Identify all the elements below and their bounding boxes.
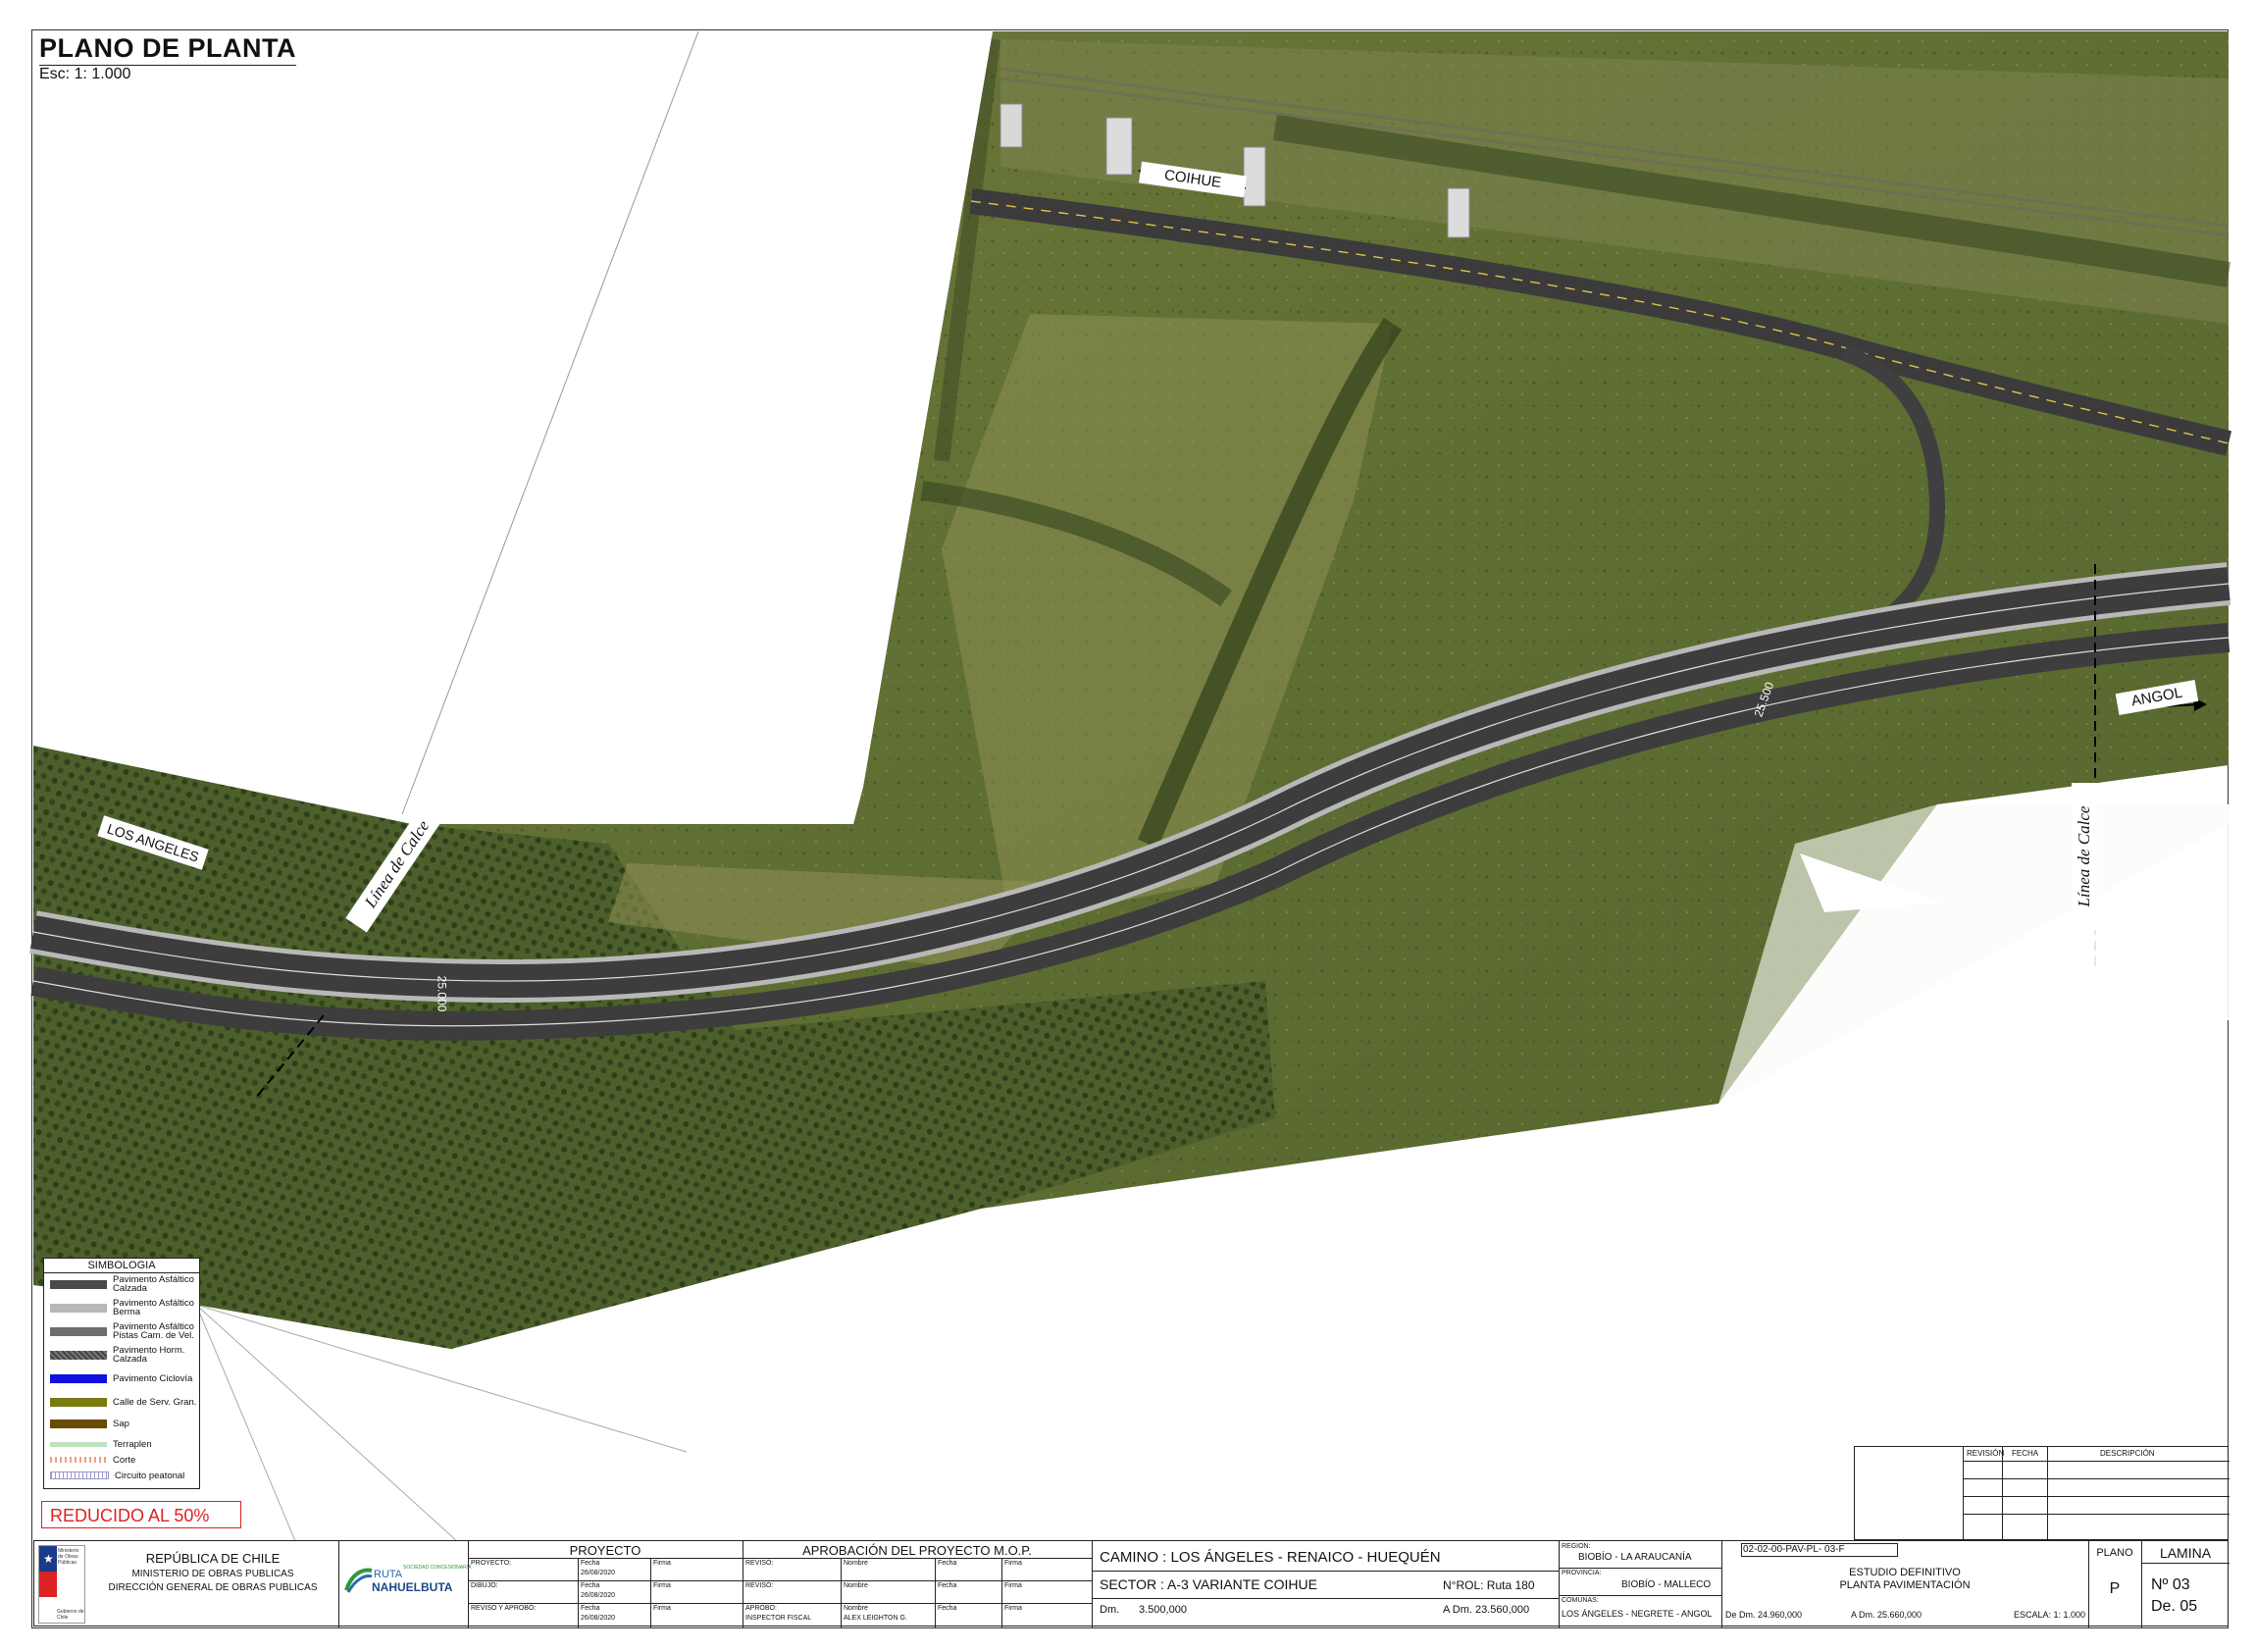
sheet-name: PLANTA PAVIMENTACIÓN xyxy=(1839,1579,1971,1591)
a-dm: A Dm. 25.660,000 xyxy=(1851,1610,1923,1620)
title-block: ★ Ministerio de Obras Públicas Gobierno … xyxy=(33,1540,2230,1627)
aprob-role: APROBÓ: xyxy=(745,1605,777,1612)
nombre-label: Nombre xyxy=(844,1605,868,1612)
provincia-label: PROVINCIA: xyxy=(1562,1570,1602,1576)
legend-item: Circuito peatonal xyxy=(50,1468,184,1483)
firma-label: Firma xyxy=(1004,1605,1022,1612)
legend-item: Sap xyxy=(50,1416,129,1431)
aerial-map[interactable] xyxy=(0,0,2256,1652)
firma-label: Firma xyxy=(653,1582,671,1589)
dm-value: 3.500,000 xyxy=(1139,1604,1187,1616)
legend-item: Terraplen xyxy=(50,1436,152,1452)
fecha-label: Fecha xyxy=(581,1605,600,1612)
fecha-value: 26/08/2020 xyxy=(581,1592,616,1599)
legend-item: Pavimento Asfáltico Calzada xyxy=(50,1275,199,1293)
fecha-label: Fecha xyxy=(938,1605,957,1612)
firma-label: Firma xyxy=(653,1605,671,1612)
plan-code: 02-02-00-PAV-PL- 03-F xyxy=(1743,1544,1845,1555)
aprobacion-header: APROBACIÓN DEL PROYECTO M.O.P. xyxy=(802,1543,1032,1558)
proyecto-role: PROYECTO: xyxy=(471,1560,512,1567)
comunas-value: LOS ÁNGELES - NEGRETE - ANGOL xyxy=(1562,1609,1713,1619)
legend-header: SIMBOLOGIA xyxy=(44,1259,199,1273)
legend-item: Pavimento Asfáltico Berma xyxy=(50,1299,199,1316)
lamina-total: De. 05 xyxy=(2151,1598,2198,1615)
fecha-label: Fecha xyxy=(938,1582,957,1589)
drawing-sheet: COIHUE LOS ANGELES ANGOL Línea de Calce … xyxy=(0,0,2256,1652)
fecha-label: Fecha xyxy=(581,1560,600,1567)
legend-item: Pavimento Horm. Calzada xyxy=(50,1346,199,1364)
concession-logo: RUTA SOCIEDAD CONCESIONARIA NAHUELBUTA xyxy=(344,1561,471,1608)
page-title: PLANO DE PLANTA xyxy=(39,33,296,66)
firma-label: Firma xyxy=(1004,1560,1022,1567)
ministry-logo: ★ Ministerio de Obras Públicas Gobierno … xyxy=(38,1545,85,1624)
reviso-role: REVISÓ Y APROBÓ: xyxy=(471,1605,537,1612)
region-value: BIOBÍO - LA ARAUCANÍA xyxy=(1578,1552,1692,1563)
sector-label: SECTOR : A-3 VARIANTE COIHUE xyxy=(1100,1576,1317,1592)
aprob-role: REVISÓ: xyxy=(745,1560,774,1567)
revision-table: REVISIÓN FECHA DESCRIPCIÓN xyxy=(1854,1446,2230,1541)
dibujo-role: DIBUJO: xyxy=(471,1582,498,1589)
plano-label: PLANO xyxy=(2096,1547,2133,1559)
nombre-label: Nombre xyxy=(844,1560,868,1567)
ministry-line3: DIRECCIÓN GENERAL DE OBRAS PUBLICAS xyxy=(108,1582,318,1593)
adm-value: A Dm. 23.560,000 xyxy=(1443,1604,1530,1616)
fecha-col: FECHA xyxy=(2012,1449,2039,1458)
ministry-line2: MINISTERIO DE OBRAS PUBLICAS xyxy=(131,1569,294,1579)
linea-calce-right-label: Línea de Calce xyxy=(2072,783,2097,930)
rol-label: N°ROL: Ruta 180 xyxy=(1443,1578,1535,1592)
legend-item: Pavimento Asfáltico Pistas Cam. de Vel. xyxy=(50,1322,199,1340)
fecha-value: 26/08/2020 xyxy=(581,1570,616,1576)
dm-label: Dm. xyxy=(1100,1604,1120,1616)
study-label: ESTUDIO DEFINITIVO xyxy=(1849,1567,1961,1578)
ministry-line1: REPÚBLICA DE CHILE xyxy=(145,1551,281,1566)
nombre-value: ALEX LEIGHTON G. xyxy=(844,1615,907,1622)
comunas-label: COMUNAS: xyxy=(1562,1597,1599,1604)
revision-col: REVISIÓN xyxy=(1967,1449,2005,1458)
firma-label: Firma xyxy=(1004,1582,1022,1589)
legend: SIMBOLOGIA Pavimento Asfáltico Calzada P… xyxy=(43,1258,200,1489)
fecha-value: 26/08/2020 xyxy=(581,1615,616,1622)
aprob-role-detail: INSPECTOR FISCAL xyxy=(745,1615,812,1622)
lamina-label: LAMINA xyxy=(2159,1545,2212,1561)
scale-label: Esc: 1: 1.000 xyxy=(39,66,131,82)
proyecto-header: PROYECTO xyxy=(569,1543,641,1558)
fecha-label: Fecha xyxy=(581,1582,600,1589)
descripcion-col: DESCRIPCIÓN xyxy=(2100,1449,2155,1458)
region-label: REGION: xyxy=(1562,1543,1591,1550)
ruta-logo-icon xyxy=(344,1568,373,1593)
camino-title: CAMINO : LOS ÁNGELES - RENAICO - HUEQUÉN xyxy=(1100,1549,1441,1566)
plano-value: P xyxy=(2109,1580,2121,1597)
de-dm: De Dm. 24.960,000 xyxy=(1725,1610,1803,1620)
provincia-value: BIOBÍO - MALLECO xyxy=(1621,1579,1712,1590)
station-label-bottom: 25.000 xyxy=(435,975,449,1012)
reduced-note: REDUCIDO AL 50% xyxy=(41,1501,241,1528)
lamina-number: Nº 03 xyxy=(2151,1576,2190,1593)
nombre-label: Nombre xyxy=(844,1582,868,1589)
legend-item: Calle de Serv. Gran. xyxy=(50,1394,196,1410)
escala-label: ESCALA: 1: 1.000 xyxy=(2014,1610,2086,1620)
firma-label: Firma xyxy=(653,1560,671,1567)
legend-item: Pavimento Ciclovía xyxy=(50,1370,192,1386)
legend-item: Corte xyxy=(50,1452,135,1468)
aprob-role: REVISÓ: xyxy=(745,1582,774,1589)
fecha-label: Fecha xyxy=(938,1560,957,1567)
